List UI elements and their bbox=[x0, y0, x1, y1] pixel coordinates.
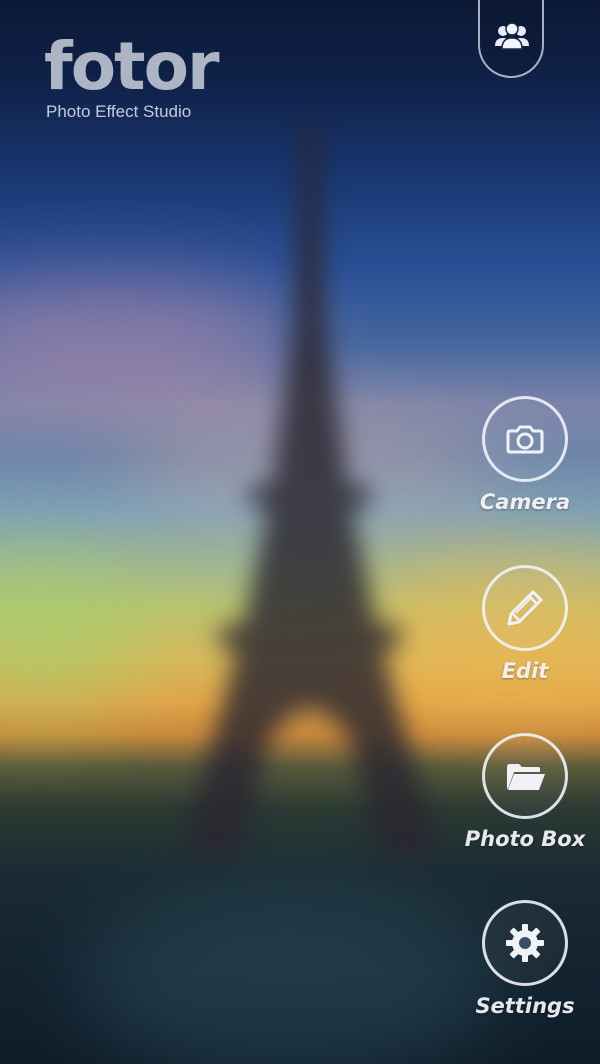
photo-box-circle[interactable] bbox=[482, 733, 568, 819]
edit-label: Edit bbox=[501, 659, 549, 683]
camera-icon bbox=[506, 425, 544, 454]
app-tagline: Photo Effect Studio bbox=[46, 102, 192, 121]
app-logo: fotor Photo Effect Studio bbox=[44, 28, 219, 122]
camera-label: Camera bbox=[479, 490, 571, 514]
settings-circle[interactable] bbox=[482, 900, 568, 986]
photo-box-label: Photo Box bbox=[464, 827, 586, 851]
pencil-icon bbox=[507, 590, 543, 626]
friends-button[interactable] bbox=[478, 0, 544, 78]
settings-label: Settings bbox=[475, 994, 575, 1018]
eiffel-tower-silhouette bbox=[150, 120, 470, 860]
settings-button[interactable]: Settings bbox=[460, 900, 590, 1018]
camera-circle[interactable] bbox=[482, 396, 568, 482]
gear-icon bbox=[506, 924, 544, 962]
photo-box-button[interactable]: Photo Box bbox=[460, 733, 590, 851]
edit-circle[interactable] bbox=[482, 565, 568, 651]
background-glow bbox=[0, 560, 140, 720]
users-icon bbox=[495, 22, 529, 50]
folder-icon bbox=[507, 764, 545, 790]
edit-button[interactable]: Edit bbox=[460, 565, 590, 683]
camera-button[interactable]: Camera bbox=[460, 396, 590, 514]
logo-wordmark: fotor bbox=[44, 28, 219, 105]
background-glow bbox=[80, 880, 500, 1064]
